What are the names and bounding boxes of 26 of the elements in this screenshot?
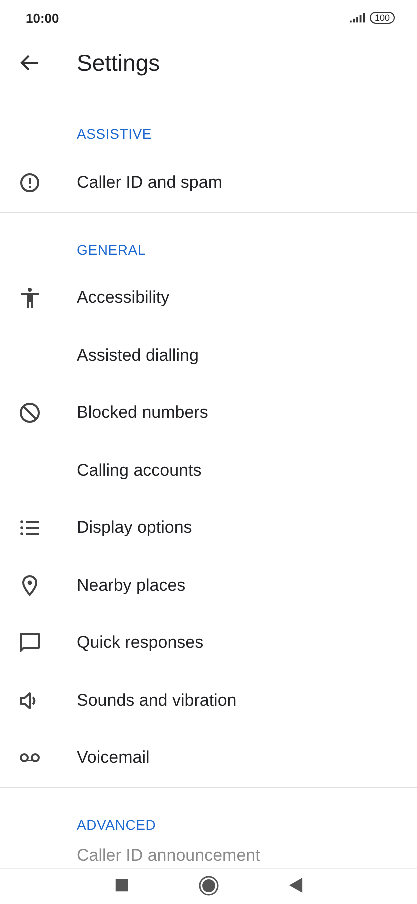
block-icon xyxy=(18,401,42,426)
section-header: GENERAL xyxy=(76,240,148,260)
triangle-back-icon xyxy=(288,878,302,893)
section-header: ADVANCED xyxy=(76,816,158,835)
settings-item[interactable]: Sounds and vibration xyxy=(0,672,417,730)
settings-item[interactable]: Caller ID and spam xyxy=(0,154,417,212)
settings-item[interactable]: Nearby places xyxy=(0,557,417,614)
settings-item[interactable]: Display options xyxy=(0,500,417,557)
section-header: ASSISTIVE xyxy=(76,125,154,144)
alert-icon xyxy=(18,170,42,195)
settings-item[interactable]: Assisted dialling xyxy=(0,327,417,384)
home-button[interactable] xyxy=(198,876,218,896)
signal-icon xyxy=(350,13,365,23)
settings-item[interactable]: Calling accounts xyxy=(0,442,417,500)
settings-item[interactable]: Blocked numbers xyxy=(0,384,417,442)
page-title: Settings xyxy=(77,50,160,76)
settings-item[interactable]: Quick responses xyxy=(0,614,417,672)
battery-level: 100 xyxy=(370,12,395,24)
clock-time: 10:00 xyxy=(26,10,60,26)
accessibility-icon xyxy=(18,286,42,310)
settings-item[interactable]: Voicemail xyxy=(0,730,417,787)
recents-button[interactable] xyxy=(114,878,128,893)
settings-item[interactable]: Accessibility xyxy=(0,270,417,327)
back-nav-button[interactable] xyxy=(288,878,302,893)
home-circle-icon xyxy=(198,876,218,896)
square-icon xyxy=(114,878,128,893)
